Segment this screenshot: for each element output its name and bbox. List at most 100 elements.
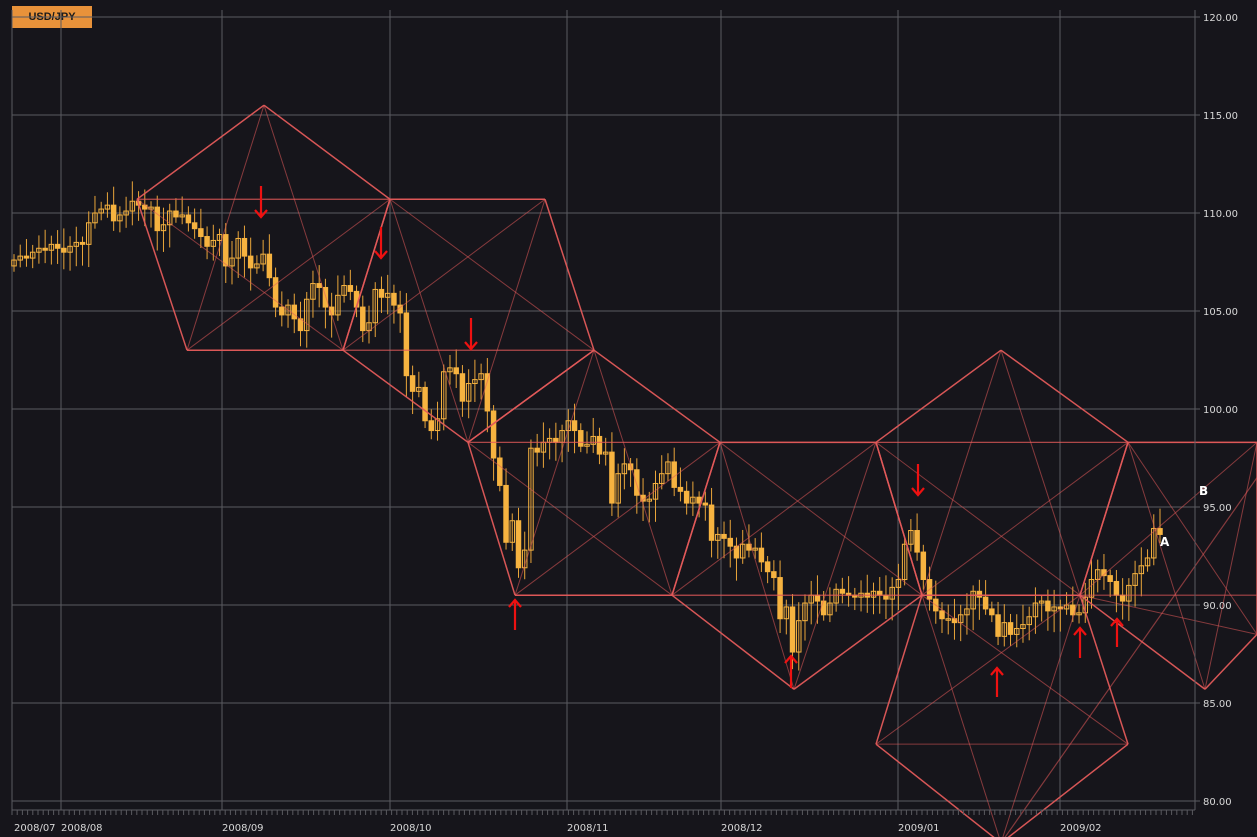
geometry-line [671, 594, 795, 690]
candle-body [982, 596, 989, 610]
geometry-line [1000, 350, 1081, 596]
point-labels: A B [1160, 484, 1208, 549]
candle-body [989, 608, 995, 616]
y-tick-label: 95.00 [1203, 503, 1232, 514]
x-tick-label: 2008/10 [390, 823, 432, 834]
point-label-a: A [1160, 535, 1170, 549]
y-tick-label: 120.00 [1203, 13, 1238, 24]
geometry-line [263, 104, 391, 200]
candle-body [708, 504, 715, 541]
signal-arrow-up [1110, 617, 1124, 647]
signal-arrow-up [990, 666, 1004, 697]
candle-body [503, 484, 509, 543]
x-tick-label: 2008/11 [567, 823, 609, 834]
candle-body [54, 243, 61, 249]
candle-body [914, 530, 920, 553]
geometry-line [593, 349, 721, 443]
candle-body [191, 222, 198, 230]
signal-arrow-up [1073, 626, 1087, 658]
candle-body [79, 241, 86, 245]
grid-lines [11, 10, 1195, 810]
geometry-line [1127, 442, 1257, 635]
y-tick-label: 100.00 [1203, 405, 1238, 416]
geometry-line [921, 441, 1129, 596]
geometry-line [136, 104, 265, 200]
geometry-line [793, 594, 923, 690]
candle-body [764, 561, 771, 573]
geometry-line [1204, 633, 1257, 690]
price-chart[interactable]: 120.00 115.00 110.00 105.00 100.00 95.00 90.00… [0, 0, 1257, 837]
candle-body [939, 610, 945, 620]
candle-body [721, 533, 727, 539]
geometry-line [514, 350, 595, 596]
geometry-line [186, 105, 265, 351]
candle-body [61, 247, 67, 253]
geometry-line [1000, 349, 1129, 443]
candle-body [241, 237, 248, 257]
candle-body [839, 588, 846, 594]
geometry-line [389, 199, 469, 443]
y-tick-label: 85.00 [1203, 699, 1232, 710]
candle-body [1113, 580, 1120, 596]
geometry-line [1004, 477, 1257, 837]
geometry-line [1204, 442, 1257, 690]
candle-body [596, 435, 603, 455]
price-axis: 120.00 115.00 110.00 105.00 100.00 95.00 90.00… [1194, 10, 1238, 810]
geometry-line [719, 441, 923, 596]
point-label-b: B [1199, 484, 1208, 498]
candle-body [515, 520, 522, 569]
signal-arrows [254, 186, 1124, 697]
signal-arrow-up [508, 598, 522, 630]
geometry-line [514, 441, 721, 596]
geometry-line [389, 198, 595, 351]
candle-body [223, 234, 229, 267]
candle-body [976, 590, 983, 598]
candle-body [1119, 594, 1126, 602]
geometry-line [875, 594, 923, 745]
candle-body [671, 461, 677, 488]
candle-body [428, 420, 435, 432]
geometry-line [136, 198, 344, 351]
candle-body [777, 577, 783, 620]
geometry-line [136, 199, 188, 351]
candle-body [347, 285, 354, 292]
candle-body [634, 469, 640, 496]
geometry-line [921, 594, 1129, 745]
candle-body [42, 247, 48, 251]
candle-body [360, 306, 366, 332]
y-tick-label: 90.00 [1203, 601, 1232, 612]
candle-body [771, 571, 777, 579]
y-tick-label: 105.00 [1203, 307, 1238, 318]
geometry-line [921, 350, 1002, 596]
x-tick-label: 2009/01 [898, 823, 940, 834]
candle-body [272, 277, 279, 308]
x-tick-label: 2008/09 [222, 823, 264, 834]
candle-body [571, 420, 578, 432]
candle-body [173, 210, 179, 218]
signal-arrow-down [911, 464, 925, 497]
candle-body [683, 490, 690, 504]
candle-body [534, 447, 540, 453]
candle-body [702, 502, 709, 506]
candle-body [409, 375, 416, 392]
x-tick-label: 2008/07 [14, 823, 56, 834]
geometry-line [875, 349, 1002, 443]
candle-body [316, 283, 322, 288]
geometry-line [1079, 594, 1129, 745]
x-tick-label: 2008/12 [721, 823, 763, 834]
candle-body [403, 312, 410, 377]
candle-body [266, 253, 273, 279]
candle-body [391, 292, 397, 306]
candle-body [789, 606, 796, 653]
geometry-line [875, 594, 1081, 745]
candle-body [727, 537, 733, 547]
x-tick-label: 2008/08 [61, 823, 103, 834]
candle-body [677, 486, 684, 492]
candle-body [185, 214, 192, 224]
candle-body [23, 255, 30, 259]
candle-body [453, 367, 459, 375]
y-tick-label: 115.00 [1203, 111, 1238, 122]
candle-body [198, 228, 204, 238]
geometry-line [793, 442, 877, 690]
candle-body [1045, 600, 1051, 612]
